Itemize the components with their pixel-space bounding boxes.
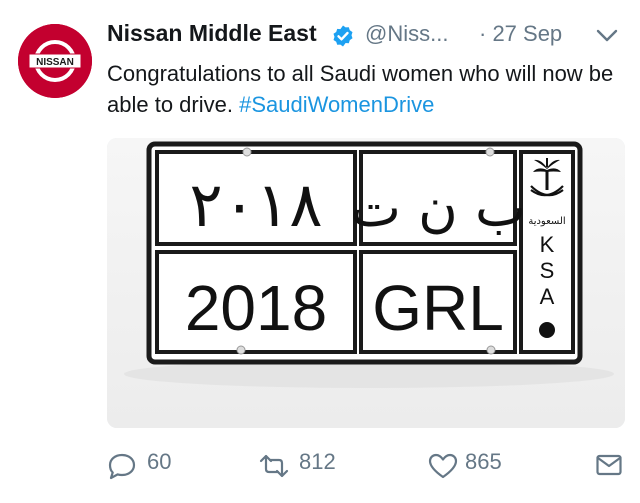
direct-message-button[interactable]: [595, 446, 625, 482]
reply-count: 60: [147, 449, 172, 474]
like-count: 865: [465, 449, 502, 474]
plate-country-letter-k: K: [540, 232, 555, 257]
plate-country-letter-s: S: [540, 258, 555, 283]
plate-letters: GRL: [372, 272, 504, 344]
plate-dot: [539, 322, 555, 338]
tweet-text: Congratulations to all Saudi women who w…: [107, 58, 617, 120]
chevron-down-icon[interactable]: [595, 26, 619, 46]
tweet-actions: 60 812 865: [107, 446, 627, 486]
plate-number: 2018: [185, 272, 327, 344]
timestamp[interactable]: · 27 Sep: [479, 21, 562, 47]
heart-icon: [428, 453, 458, 479]
avatar-logo-text: NISSAN: [36, 57, 74, 68]
nissan-logo: NISSAN: [18, 24, 92, 98]
verified-badge-icon: [333, 25, 353, 47]
handle[interactable]: @Niss...: [365, 21, 448, 47]
plate-arabic-number: ٢٠١٨: [189, 168, 322, 241]
reply-icon: [108, 453, 136, 480]
plate-country-arabic: السعودية: [528, 216, 565, 227]
retweet-icon: [259, 454, 289, 478]
mail-icon: [596, 454, 622, 476]
tweet-header: Nissan Middle East @Niss... · 27 Sep: [107, 18, 627, 52]
hashtag-link[interactable]: #SaudiWomenDrive: [239, 92, 434, 117]
reply-button[interactable]: 60: [107, 446, 187, 482]
plate-country-letter-a: A: [540, 284, 555, 309]
retweet-button[interactable]: 812: [257, 446, 357, 482]
like-button[interactable]: 865: [427, 446, 527, 482]
license-plate-image: ٢٠١٨ ب ن ت 2018 GRL السعودية K S A: [107, 138, 625, 428]
plate-arabic-letters: ب ن ت: [350, 176, 526, 239]
retweet-count: 812: [299, 449, 336, 474]
avatar[interactable]: NISSAN: [18, 24, 92, 98]
tweet-media-image[interactable]: ٢٠١٨ ب ن ت 2018 GRL السعودية K S A: [107, 138, 625, 428]
display-name[interactable]: Nissan Middle East: [107, 20, 317, 47]
